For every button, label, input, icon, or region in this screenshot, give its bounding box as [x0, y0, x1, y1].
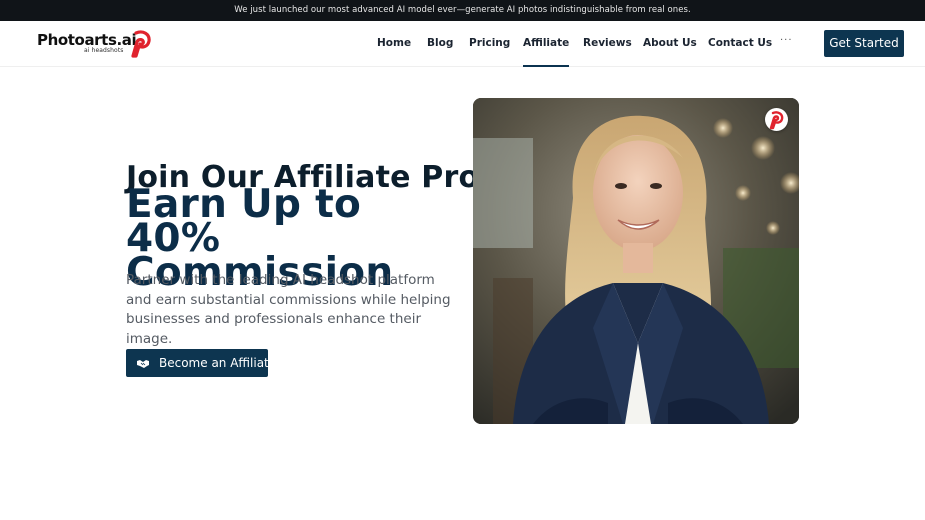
nav-item-pricing[interactable]: Pricing	[469, 37, 510, 49]
nav-item-affiliate[interactable]: Affiliate	[523, 37, 570, 67]
hero-portrait-image	[473, 98, 799, 424]
nav-item-reviews[interactable]: Reviews	[583, 37, 632, 49]
brand-tagline: ai headshots	[84, 47, 124, 54]
handshake-icon	[137, 360, 149, 368]
get-started-button[interactable]: Get Started	[824, 30, 904, 57]
nav-item-about-us[interactable]: About Us	[643, 37, 697, 49]
announcement-text: We just launched our most advanced AI mo…	[234, 5, 691, 15]
photoarts-badge-icon	[765, 108, 788, 131]
nav-item-contact-us[interactable]: Contact Us	[708, 37, 772, 49]
nav-item-home[interactable]: Home	[377, 37, 411, 49]
become-affiliate-label: Become an Affiliate	[159, 356, 277, 370]
brand-logo[interactable]: Photoarts.ai ai headshots	[37, 30, 157, 60]
nav-item-blog[interactable]: Blog	[427, 37, 453, 49]
announcement-bar: We just launched our most advanced AI mo…	[0, 0, 925, 21]
become-affiliate-button[interactable]: Become an Affiliate	[126, 349, 276, 377]
nav-more-icon[interactable]: ···	[780, 35, 793, 46]
brand-mark-icon	[131, 30, 151, 58]
top-navbar: Photoarts.ai ai headshots Home Blog Pric…	[0, 21, 925, 67]
hero-description: Partner with the leading AI headshot pla…	[126, 272, 451, 347]
